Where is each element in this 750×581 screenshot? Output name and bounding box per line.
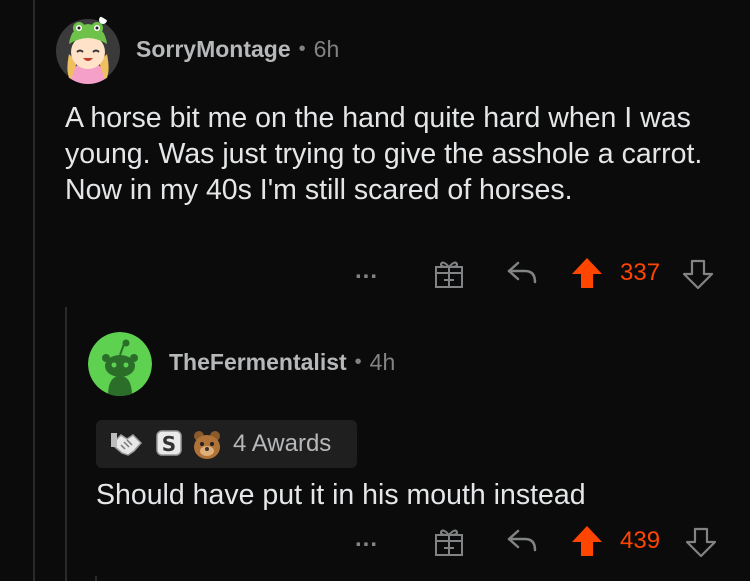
upvote-icon[interactable] [570, 256, 604, 290]
gift-icon[interactable] [433, 526, 465, 558]
reply-arrow-icon[interactable] [505, 258, 539, 288]
comment-meta: SorryMontage • 6h [136, 36, 339, 63]
username[interactable]: TheFermentalist [169, 349, 347, 376]
awards-badge[interactable]: S 4 Awards [96, 420, 357, 468]
avatar-frog-hat-icon[interactable] [55, 14, 121, 84]
thread-line-nested [95, 576, 97, 581]
handshake-award-icon [111, 433, 143, 456]
silver-award-icon: S [156, 430, 182, 456]
comment-body: Should have put it in his mouth instead [96, 479, 586, 511]
separator: • [354, 351, 362, 373]
comment-meta: TheFermentalist • 4h [169, 349, 395, 376]
svg-text:S: S [162, 432, 176, 456]
comment-actions: ... 337 [355, 256, 725, 290]
comment-body: A horse bit me on the hand quite hard wh… [65, 102, 703, 206]
vote-score: 439 [620, 527, 661, 554]
gift-icon[interactable] [433, 258, 465, 290]
thread-line[interactable] [33, 0, 35, 581]
more-options-button[interactable]: ... [355, 524, 378, 554]
timestamp[interactable]: 4h [370, 349, 396, 376]
awards-count: 4 Awards [233, 430, 332, 457]
separator: • [298, 38, 306, 60]
upvote-icon[interactable] [570, 524, 604, 558]
username[interactable]: SorryMontage [136, 36, 291, 63]
comment-actions: ... 439 [355, 524, 725, 558]
thread-line-reply[interactable] [65, 307, 67, 581]
bear-award-icon [194, 431, 220, 459]
avatar-snoo-icon[interactable] [88, 332, 152, 396]
reply-arrow-icon[interactable] [505, 526, 539, 556]
timestamp[interactable]: 6h [314, 36, 340, 63]
downvote-icon[interactable] [685, 526, 717, 558]
more-options-button[interactable]: ... [355, 256, 378, 286]
vote-score: 337 [620, 259, 661, 286]
downvote-icon[interactable] [682, 258, 714, 290]
